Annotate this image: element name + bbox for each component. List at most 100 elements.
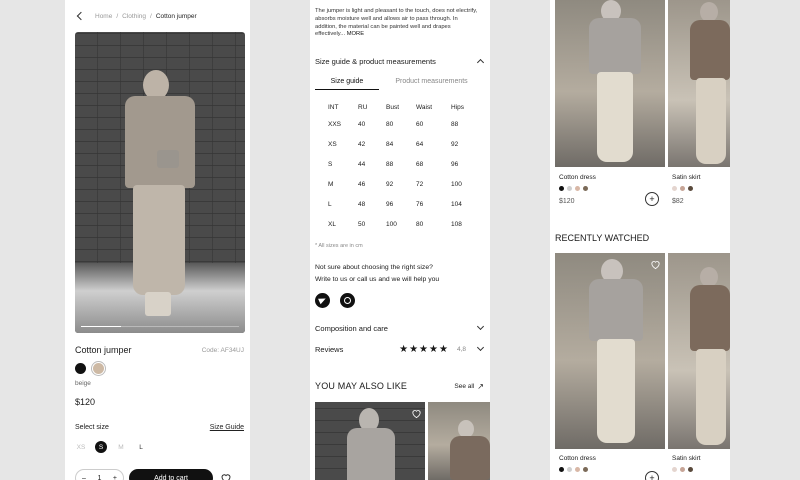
size-tabs: Size guide Product measurements <box>315 76 484 90</box>
color-swatch-beige[interactable] <box>93 363 104 374</box>
add-to-cart-button[interactable]: Add to cart <box>129 469 213 480</box>
tab-product-measurements[interactable]: Product measurements <box>379 76 484 90</box>
breadcrumb-home[interactable]: Home <box>95 13 112 20</box>
size-guide-link[interactable]: Size Guide <box>210 424 244 431</box>
image-carousel-progress[interactable] <box>81 326 239 327</box>
star-rating-icons: ★★★★★ <box>399 343 449 355</box>
table-row: M 46 92 72 100 <box>328 180 462 188</box>
product-description: The jumper is light and pleasant to the … <box>315 8 478 38</box>
arrow-up-right-icon: ↗ <box>477 382 484 391</box>
reviews-accordion[interactable]: Reviews ★★★★★ 4,8 <box>315 342 484 356</box>
product-card-image[interactable] <box>668 0 730 167</box>
color-dot[interactable] <box>688 467 693 472</box>
tab-size-guide[interactable]: Size guide <box>315 76 379 90</box>
contact-icons <box>315 293 355 308</box>
back-arrow-icon[interactable] <box>75 11 85 21</box>
help-question: Not sure about choosing the right size? <box>315 264 433 271</box>
size-note: * All sizes are in cm <box>315 243 363 249</box>
product-card-colors <box>672 186 693 191</box>
add-to-cart-plus-button[interactable]: + <box>645 192 659 206</box>
select-size-label: Select size <box>75 424 109 431</box>
product-card-name[interactable]: Satin skirt <box>672 455 701 462</box>
quantity-stepper: – 1 + <box>75 469 124 480</box>
heart-icon[interactable] <box>650 257 661 270</box>
product-title: Cotton jumper <box>75 345 132 355</box>
size-table-header: INT RU Bust Waist Hips <box>328 104 465 111</box>
composition-accordion[interactable]: Composition and care <box>315 321 484 335</box>
breadcrumb: Home / Clothing / Cotton jumper <box>75 10 245 22</box>
table-row: L 48 96 76 104 <box>328 200 462 208</box>
product-card-image[interactable] <box>555 0 665 167</box>
color-dot[interactable] <box>583 467 588 472</box>
see-all-link[interactable]: See all ↗ <box>454 382 484 391</box>
rating-value: 4,8 <box>456 345 466 353</box>
breadcrumb-clothing[interactable]: Clothing <box>122 13 146 20</box>
color-swatch-black[interactable] <box>75 363 86 374</box>
recommend-card-image[interactable] <box>315 402 425 480</box>
model-figure <box>121 70 201 330</box>
color-dot[interactable] <box>559 467 564 472</box>
product-card-colors <box>559 186 588 191</box>
size-guide-accordion-title: Size guide & product measurements <box>315 56 436 66</box>
chevron-down-icon <box>476 324 484 332</box>
product-image[interactable] <box>75 32 245 333</box>
color-dot[interactable] <box>688 186 693 191</box>
color-dot[interactable] <box>583 186 588 191</box>
product-card-name[interactable]: Cotton dress <box>559 174 596 181</box>
section-title-also-like: YOU MAY ALSO LIKE <box>315 381 408 391</box>
size-table: INT RU Bust Waist Hips XXS 40 80 60 88 XS 42 8… <box>328 101 464 234</box>
size-option-s[interactable]: S <box>95 441 107 453</box>
breadcrumb-current: Cotton jumper <box>155 12 197 20</box>
size-option-m[interactable]: M <box>115 441 127 453</box>
color-dot[interactable] <box>672 186 677 191</box>
heart-icon[interactable] <box>411 406 422 419</box>
product-card-price: $82 <box>672 198 684 205</box>
color-swatches <box>75 363 104 374</box>
section-title-recently-watched: RECENTLY WATCHED <box>555 233 650 243</box>
product-card-colors <box>672 467 693 472</box>
reviews-title: Reviews <box>315 344 344 354</box>
add-to-cart-plus-button[interactable]: + <box>645 471 659 480</box>
whatsapp-icon[interactable] <box>340 293 355 308</box>
color-dot[interactable] <box>567 467 572 472</box>
product-card-price: $120 <box>559 198 575 205</box>
size-selector: XS S M L <box>75 441 147 453</box>
product-price: $120 <box>75 397 96 407</box>
size-option-xs[interactable]: XS <box>75 441 87 453</box>
composition-title: Composition and care <box>315 323 388 333</box>
qty-plus-button[interactable]: + <box>113 475 117 480</box>
size-guide-accordion[interactable]: Size guide & product measurements <box>315 54 484 68</box>
color-dot[interactable] <box>680 467 685 472</box>
table-row: XL 50 100 80 108 <box>328 220 462 228</box>
product-card-colors <box>559 467 588 472</box>
product-card-image[interactable] <box>668 253 730 449</box>
product-card-image[interactable] <box>555 253 665 449</box>
more-link[interactable]: MORE <box>347 31 364 37</box>
size-option-l[interactable]: L <box>135 441 147 453</box>
qty-minus-button[interactable]: – <box>82 475 86 480</box>
color-dot[interactable] <box>559 186 564 191</box>
chevron-up-icon <box>476 57 484 65</box>
rating: ★★★★★ 4,8 <box>399 344 484 355</box>
product-card-name[interactable]: Cotton dress <box>559 455 596 462</box>
qty-value: 1 <box>97 474 102 480</box>
color-dot[interactable] <box>672 467 677 472</box>
table-row: XS 42 84 64 92 <box>328 140 459 148</box>
recommend-card-image[interactable] <box>428 402 490 480</box>
product-panel: Home / Clothing / Cotton jumper Cotton j… <box>65 0 250 480</box>
color-dot[interactable] <box>680 186 685 191</box>
help-text: Write to us or call us and we will help … <box>315 276 440 283</box>
color-dot[interactable] <box>575 467 580 472</box>
heart-icon[interactable] <box>220 471 232 480</box>
color-dot[interactable] <box>575 186 580 191</box>
telegram-icon[interactable] <box>315 293 330 308</box>
product-card-name[interactable]: Satin skirt <box>672 174 701 181</box>
recommendations-panel: Cotton dress $120 + Satin skirt $82 RECE… <box>550 0 730 480</box>
chevron-down-icon <box>476 345 484 353</box>
selected-color-name: beige <box>75 380 91 387</box>
details-panel: The jumper is light and pleasant to the … <box>310 0 490 480</box>
table-row: XXS 40 80 60 88 <box>328 120 459 128</box>
product-code: Code: AF34UJ <box>201 347 244 354</box>
color-dot[interactable] <box>567 186 572 191</box>
table-row: S 44 88 68 96 <box>328 160 459 168</box>
